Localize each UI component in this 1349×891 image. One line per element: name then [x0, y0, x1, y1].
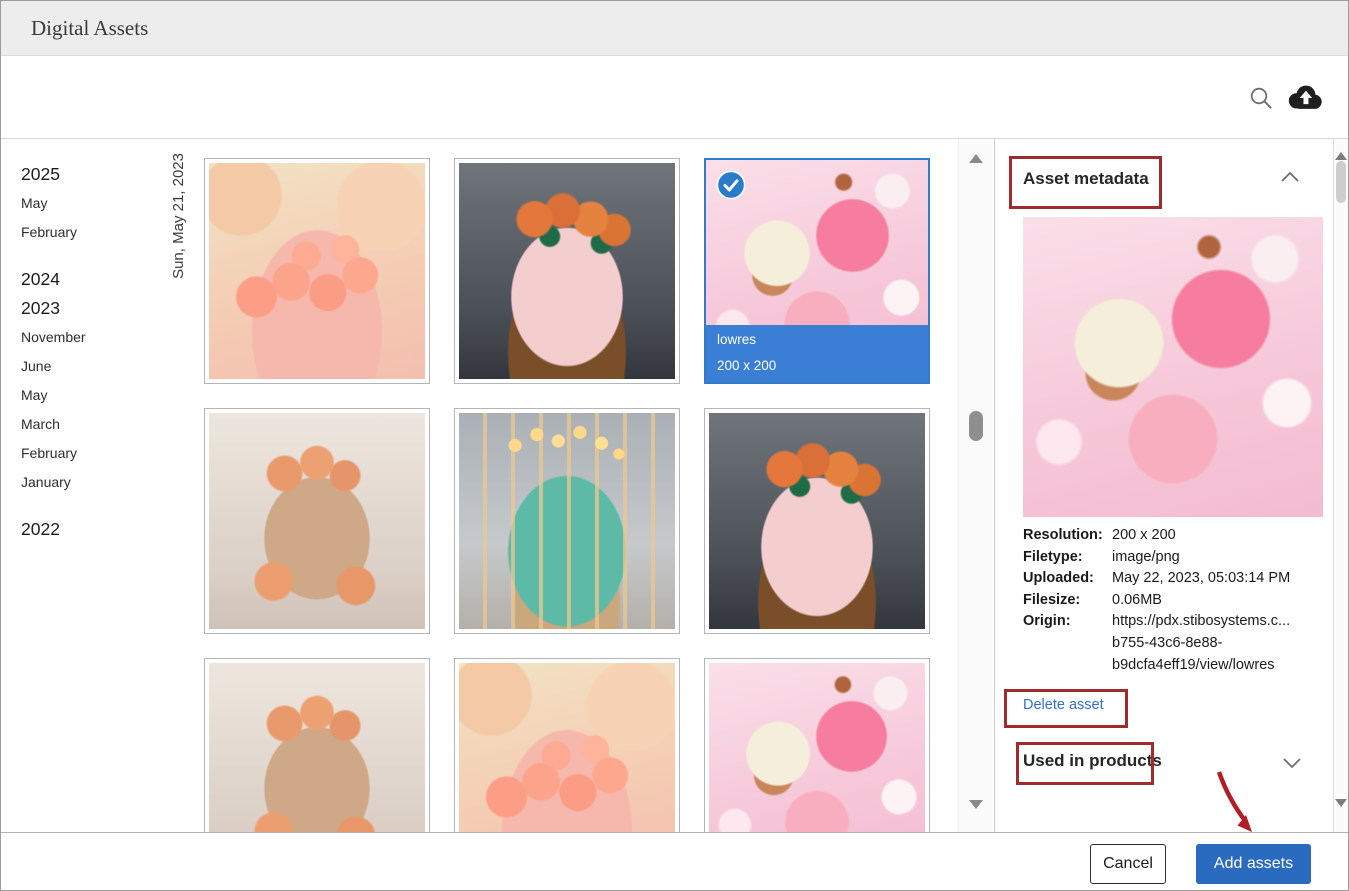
cancel-button[interactable]: Cancel: [1090, 844, 1166, 884]
sidebar-item-january[interactable]: January: [21, 472, 171, 501]
asset-thumbnail: [209, 163, 425, 379]
asset-tile-selected[interactable]: lowres 200 x 200: [704, 158, 930, 384]
asset-tile[interactable]: [704, 408, 930, 634]
add-assets-button[interactable]: Add assets: [1196, 844, 1311, 884]
scrollbar-thumb[interactable]: [969, 411, 983, 441]
metadata-table: Resolution: 200 x 200 Filetype: image/pn…: [1023, 525, 1323, 676]
sidebar-item-february[interactable]: February: [21, 222, 171, 251]
asset-name-label: lowres: [717, 332, 917, 347]
used-in-products-heading: Used in products: [1023, 751, 1162, 771]
asset-thumbnail: [459, 413, 675, 629]
asset-preview-image: [1023, 217, 1323, 517]
sidebar-item-2022[interactable]: 2022: [21, 519, 171, 548]
sidebar-item-may[interactable]: May: [21, 385, 171, 414]
asset-thumbnail: [459, 663, 675, 834]
sidebar-item-may[interactable]: May: [21, 193, 171, 222]
asset-thumbnail: [709, 413, 925, 629]
sidebar-item-november[interactable]: November: [21, 327, 171, 356]
chevron-down-icon: [1283, 756, 1301, 773]
expand-section-button[interactable]: [1283, 756, 1301, 774]
digital-assets-dialog: Digital Assets: [0, 0, 1349, 891]
asset-tile[interactable]: [454, 408, 680, 634]
header-bar: Digital Assets: [1, 1, 1348, 56]
page-title: Digital Assets: [31, 1, 148, 56]
sidebar-item-march[interactable]: March: [21, 414, 171, 443]
asset-thumbnail: [209, 663, 425, 834]
metadata-row-uploaded: Uploaded: May 22, 2023, 05:03:14 PM: [1023, 568, 1323, 590]
asset-tile[interactable]: [454, 158, 680, 384]
search-icon: [1248, 99, 1274, 114]
metadata-row-filesize: Filesize: 0.06MB: [1023, 590, 1323, 612]
footer-bar: Cancel Add assets: [1, 832, 1348, 890]
metadata-origin-line2: b755-43c6-8e88-: [1023, 633, 1323, 655]
selected-tile-footer: lowres 200 x 200: [706, 325, 928, 382]
grid-scrollbar[interactable]: [958, 139, 992, 834]
asset-tile[interactable]: [204, 408, 430, 634]
asset-thumbnail: [709, 663, 925, 834]
asset-thumbnail: [209, 413, 425, 629]
panel-scrollbar-thumb[interactable]: [1336, 161, 1346, 203]
collapse-section-button[interactable]: [1281, 170, 1299, 188]
upload-cloud-icon: [1285, 100, 1325, 115]
sidebar-item-february[interactable]: February: [21, 443, 171, 472]
asset-tile[interactable]: [204, 158, 430, 384]
asset-tile[interactable]: [704, 658, 930, 834]
metadata-row-resolution: Resolution: 200 x 200: [1023, 525, 1323, 547]
metadata-row-origin: Origin: https://pdx.stibosystems.c...: [1023, 611, 1323, 633]
sidebar-item-2024[interactable]: 2024: [21, 269, 171, 298]
delete-asset-link[interactable]: Delete asset: [1023, 697, 1104, 713]
asset-metadata-heading: Asset metadata: [1023, 169, 1149, 189]
sidebar-item-june[interactable]: June: [21, 356, 171, 385]
asset-tile[interactable]: [454, 658, 680, 834]
chevron-up-icon: [1281, 170, 1299, 187]
asset-metadata-panel: Asset metadata Resolution: 200 x 200 Fil…: [995, 139, 1333, 834]
panel-scrollbar[interactable]: [1333, 139, 1348, 834]
upload-button[interactable]: [1285, 82, 1325, 112]
date-navigation: 2025MayFebruary20242023NovemberJuneMayMa…: [21, 164, 171, 548]
metadata-origin-line3: b9dcfa4eff19/view/lowres: [1023, 655, 1323, 677]
asset-thumbnail: [459, 163, 675, 379]
search-button[interactable]: [1248, 85, 1274, 111]
date-group-label: Sun, May 21, 2023: [170, 153, 187, 279]
toolbar: [1, 56, 1348, 139]
main-area: 2025MayFebruary20242023NovemberJuneMayMa…: [1, 139, 1348, 834]
sidebar-item-2023[interactable]: 2023: [21, 298, 171, 327]
asset-dimensions-label: 200 x 200: [717, 358, 917, 373]
sidebar-item-2025[interactable]: 2025: [21, 164, 171, 193]
selected-check-icon: [716, 170, 746, 200]
metadata-row-filetype: Filetype: image/png: [1023, 547, 1323, 569]
asset-tile[interactable]: [204, 658, 430, 834]
